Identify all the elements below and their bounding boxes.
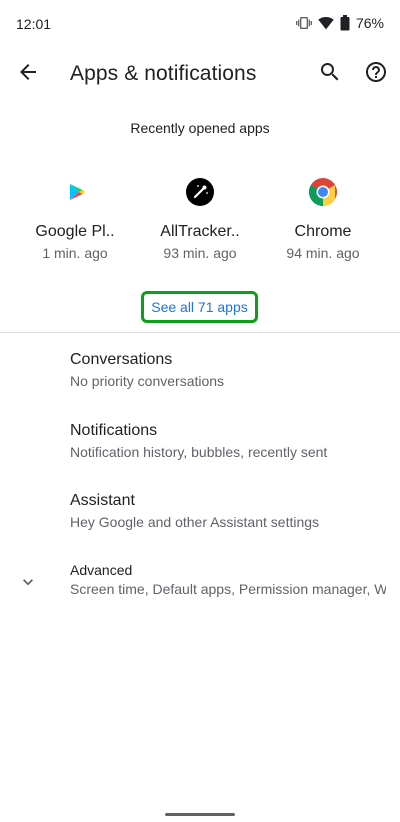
recent-app-time: 94 min. ago [286,245,360,261]
help-icon [364,60,388,89]
recent-app-name: Google Pl.. [35,223,115,240]
recent-apps-row: Google Pl.. 1 min. ago AllTracker.. 93 m… [0,170,400,270]
recent-apps-header: Recently opened apps [130,120,270,136]
item-title: Notifications [70,422,158,439]
back-button[interactable] [10,56,46,92]
alltracker-icon [184,176,216,208]
list-item-advanced[interactable]: Advanced Screen time, Default apps, Perm… [0,562,400,632]
search-button[interactable] [312,56,348,92]
battery-icon [340,15,350,31]
status-icons: 76% [295,15,384,31]
search-icon [318,60,342,89]
recent-app-name: AllTracker.. [160,223,240,240]
item-title: Conversations [70,351,173,368]
wifi-icon [318,15,334,31]
status-bar: 12:01 76% [0,0,400,48]
item-summary: Hey Google and other Assistant settings [70,514,320,530]
gesture-nav-handle[interactable] [165,813,235,816]
chevron-down-icon [16,570,40,594]
list-item-conversations[interactable]: Conversations No priority conversations [0,351,400,421]
recent-app-name: Chrome [294,223,352,240]
help-button[interactable] [358,56,394,92]
battery-percent: 76% [355,15,384,31]
item-summary: Notification history, bubbles, recently … [70,444,328,460]
list-item-assistant[interactable]: Assistant Hey Google and other Assistant… [0,492,400,562]
recent-app-time: 93 min. ago [163,245,237,261]
divider [0,332,400,333]
see-all-apps-button[interactable]: See all 71 apps [141,291,258,323]
recent-app-chrome[interactable]: Chrome 94 min. ago [268,170,378,270]
item-title: Advanced [70,562,133,578]
chrome-icon [307,176,339,208]
recent-app-google-play[interactable]: Google Pl.. 1 min. ago [20,170,130,270]
toolbar: Apps & notifications [0,48,400,104]
item-title: Assistant [70,492,135,509]
item-summary: Screen time, Default apps, Permission ma… [70,581,386,597]
recent-app-time: 1 min. ago [42,245,108,261]
vibrate-icon [295,15,312,31]
list-item-notifications[interactable]: Notifications Notification history, bubb… [0,422,400,492]
page-title: Apps & notifications [70,62,257,85]
back-arrow-icon [16,60,40,89]
recent-app-alltracker[interactable]: AllTracker.. 93 min. ago [145,170,255,270]
google-play-icon [59,176,91,208]
status-time: 12:01 [16,16,52,32]
item-summary: No priority conversations [70,373,225,389]
